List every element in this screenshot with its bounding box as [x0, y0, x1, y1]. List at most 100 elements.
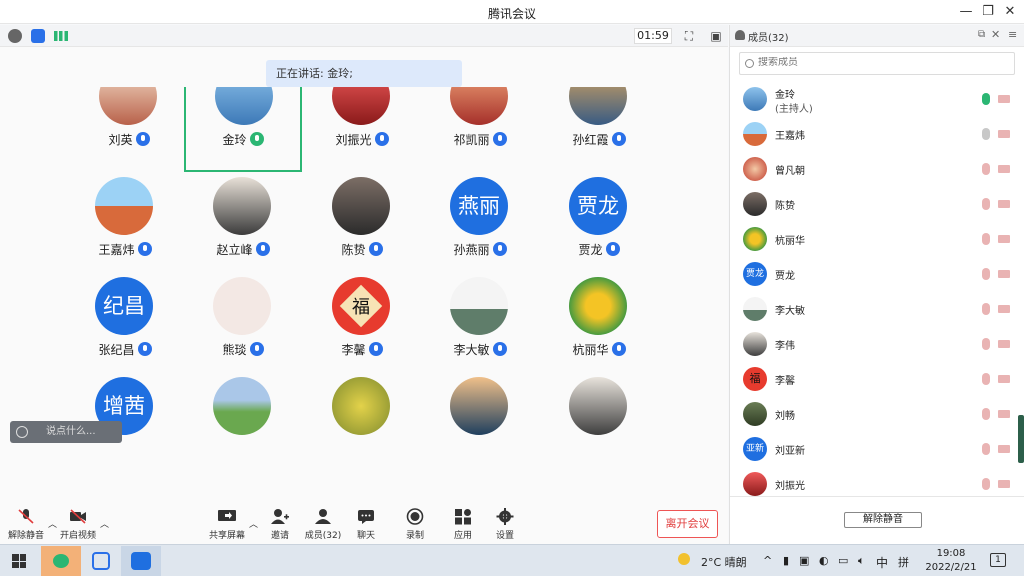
unmute-button[interactable]: 解除静音: [2, 508, 50, 541]
member-row[interactable]: 曾凡朝: [730, 152, 1024, 187]
participant-tile[interactable]: 刘振光: [303, 87, 421, 167]
signal-icon[interactable]: [54, 31, 68, 41]
mic-muted-icon[interactable]: [982, 268, 990, 280]
participant-tile[interactable]: 赵立峰: [184, 177, 302, 277]
participant-tile[interactable]: 纪昌 张纪昌: [66, 277, 184, 377]
avatar: [215, 87, 273, 125]
apps-button[interactable]: 应用: [439, 508, 487, 541]
member-row[interactable]: 金玲 (主持人): [730, 82, 1024, 117]
taskbar-clock[interactable]: 19:08 2022/2/21: [925, 547, 977, 575]
camera-off-icon[interactable]: [998, 305, 1010, 313]
member-search[interactable]: [739, 52, 1015, 75]
mic-muted-icon[interactable]: [982, 408, 990, 420]
battery-tray-icon[interactable]: ▭: [838, 554, 848, 567]
participant-tile[interactable]: [303, 377, 421, 467]
leave-meeting-button[interactable]: 离开会议: [657, 510, 718, 538]
wechat-app-icon[interactable]: [41, 546, 81, 576]
participant-tile[interactable]: [540, 377, 658, 467]
tencent-meeting-app-icon[interactable]: [121, 546, 161, 576]
participant-tile[interactable]: 孙红霞: [540, 87, 658, 167]
windows-start-icon[interactable]: [12, 554, 26, 568]
participant-tile[interactable]: 刘英: [70, 87, 188, 167]
camera-off-icon[interactable]: [998, 235, 1010, 243]
mic-muted-icon[interactable]: [982, 198, 990, 210]
participant-tile[interactable]: 杭丽华: [540, 277, 658, 377]
mic-muted-icon[interactable]: [982, 443, 990, 455]
participant-tile[interactable]: 福 李馨: [303, 277, 421, 377]
start-video-button[interactable]: 开启视频: [54, 508, 102, 541]
mic-muted-icon[interactable]: [982, 373, 990, 385]
notification-icon[interactable]: 1: [990, 553, 1006, 567]
invite-button[interactable]: 邀请: [256, 508, 304, 541]
share-screen-button[interactable]: 共享屏幕: [203, 508, 251, 541]
restore-icon[interactable]: ❐: [980, 4, 996, 20]
member-row[interactable]: 李伟: [730, 327, 1024, 362]
fullscreen-icon[interactable]: ⛶: [681, 28, 697, 44]
ime-indicator[interactable]: 中: [876, 554, 888, 571]
mic-muted-icon[interactable]: [982, 478, 990, 490]
participant-tile[interactable]: 贾龙 贾龙: [540, 177, 658, 277]
member-row[interactable]: 陈贽: [730, 187, 1024, 222]
emoji-icon[interactable]: [16, 426, 28, 438]
participant-tile[interactable]: 王嘉炜: [66, 177, 184, 277]
member-row[interactable]: 王嘉炜: [730, 117, 1024, 152]
mic-icon[interactable]: [982, 128, 990, 140]
camera-off-icon[interactable]: [998, 375, 1010, 383]
chevron-up-icon[interactable]: ^: [763, 554, 772, 567]
mic-muted-icon[interactable]: [982, 163, 990, 175]
shield-app-icon[interactable]: [81, 546, 121, 576]
info-icon[interactable]: [8, 29, 22, 43]
camera-off-icon[interactable]: [998, 340, 1010, 348]
members-button[interactable]: 成员(32): [299, 508, 347, 541]
member-row[interactable]: 福 李馨: [730, 362, 1024, 397]
network-tray-icon[interactable]: ◐: [819, 554, 829, 567]
participant-tile[interactable]: [421, 377, 539, 467]
camera-off-icon[interactable]: [998, 270, 1010, 278]
member-row[interactable]: 刘振光: [730, 467, 1024, 496]
ime-mode[interactable]: 拼: [898, 554, 909, 570]
mic-muted-icon[interactable]: [982, 303, 990, 315]
camera-off-icon[interactable]: [998, 130, 1010, 138]
minimize-icon[interactable]: —: [958, 4, 974, 20]
member-row[interactable]: 贾龙 贾龙: [730, 257, 1024, 292]
participant-tile[interactable]: 燕丽 孙燕丽: [421, 177, 539, 277]
mic-muted-icon[interactable]: [982, 338, 990, 350]
camera-off-icon[interactable]: [998, 165, 1010, 173]
screen-record-tray-icon[interactable]: ▣: [799, 554, 809, 567]
camera-off-icon[interactable]: [998, 445, 1010, 453]
camera-off-icon[interactable]: [998, 480, 1010, 488]
participant-tile[interactable]: 熊琰: [184, 277, 302, 377]
settings-button[interactable]: 设置: [481, 508, 529, 541]
quick-chat-input[interactable]: 说点什么...: [10, 421, 122, 443]
member-row[interactable]: 杭丽华: [730, 222, 1024, 257]
mic-muted-icon[interactable]: [982, 233, 990, 245]
record-button[interactable]: 录制: [391, 508, 439, 541]
participant-tile-active[interactable]: 金玲: [184, 87, 302, 172]
close-panel-icon[interactable]: ✕: [991, 28, 1000, 41]
layout-toggle-icon[interactable]: ▣: [708, 28, 724, 44]
popout-icon[interactable]: ⧉: [978, 29, 985, 40]
volume-tray-icon[interactable]: 🔈︎: [858, 554, 865, 568]
camera-off-icon[interactable]: [998, 200, 1010, 208]
mic-active-icon[interactable]: [982, 93, 990, 105]
chevron-up-icon[interactable]: ︿: [100, 517, 109, 530]
weather-text[interactable]: 2°C 晴朗: [701, 554, 747, 570]
member-list-scrollbar[interactable]: [1018, 415, 1024, 463]
chat-button[interactable]: 聊天: [342, 508, 390, 541]
member-search-input[interactable]: [758, 57, 998, 68]
unmute-all-button[interactable]: 解除静音: [844, 512, 922, 528]
participant-tile[interactable]: 祁凯丽: [421, 87, 539, 167]
moon-weather-icon[interactable]: [678, 553, 690, 565]
camera-off-icon[interactable]: [998, 95, 1010, 103]
shield-icon[interactable]: [31, 29, 45, 43]
member-row[interactable]: 李大敏: [730, 292, 1024, 327]
mic-tray-icon[interactable]: ▮: [783, 554, 789, 567]
menu-icon[interactable]: ≡: [1008, 28, 1017, 41]
camera-off-icon[interactable]: [998, 410, 1010, 418]
member-row[interactable]: 亚新 刘亚新: [730, 432, 1024, 467]
member-row[interactable]: 刘畅: [730, 397, 1024, 432]
participant-tile[interactable]: 李大敏: [421, 277, 539, 377]
close-icon[interactable]: ✕: [1002, 4, 1018, 20]
participant-tile[interactable]: 陈贽: [303, 177, 421, 277]
participant-tile[interactable]: [184, 377, 302, 467]
